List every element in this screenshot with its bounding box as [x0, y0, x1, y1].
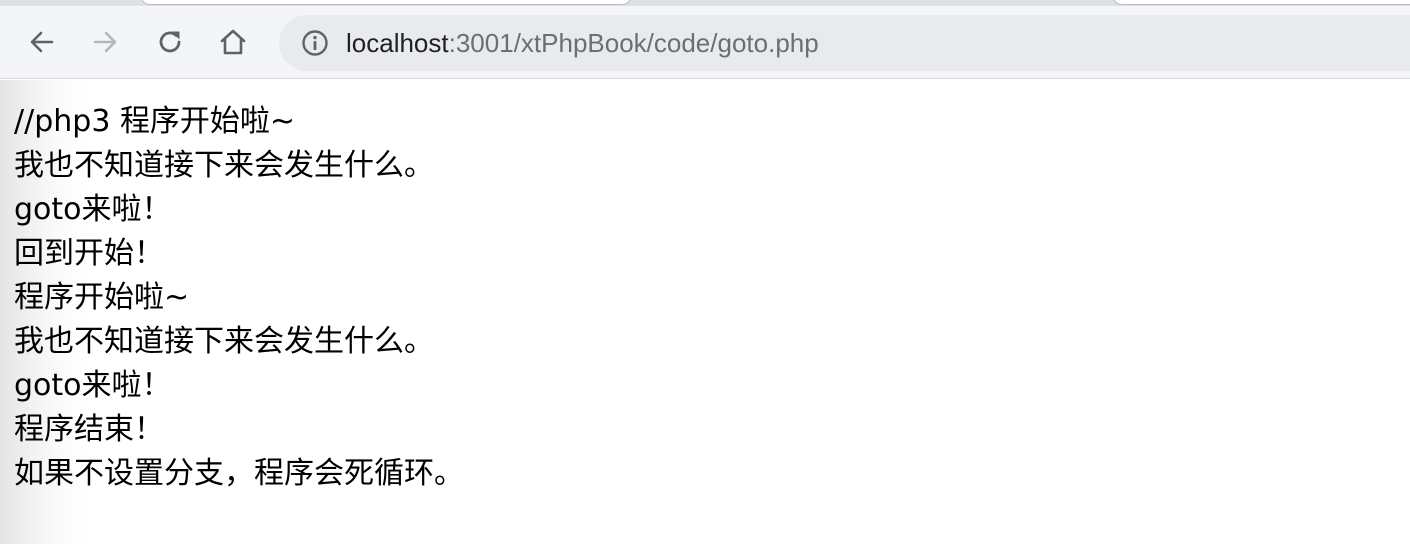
- home-icon: [220, 29, 246, 55]
- output-lines: //php3 程序开始啦~ 我也不知道接下来会发生什么。 goto来啦！ 回到开…: [14, 100, 464, 496]
- output-line: 我也不知道接下来会发生什么。: [14, 324, 434, 359]
- browser-toolbar: localhost:3001/xtPhpBook/code/goto.php: [0, 6, 1410, 79]
- reload-button[interactable]: [148, 20, 192, 64]
- browser-window: localhost:3001/xtPhpBook/code/goto.php /…: [0, 0, 1410, 544]
- output-line: //php3 程序开始啦~: [14, 104, 296, 139]
- output-line: 如果不设置分支，程序会死循环。: [14, 456, 464, 491]
- back-arrow-icon: [30, 31, 54, 53]
- url-text[interactable]: localhost:3001/xtPhpBook/code/goto.php: [346, 30, 819, 56]
- output-line: 程序结束！: [14, 412, 164, 447]
- info-icon[interactable]: [301, 29, 329, 57]
- output-line: 回到开始！: [14, 236, 164, 271]
- output-line: 程序开始啦~: [14, 280, 190, 315]
- reload-icon: [159, 31, 181, 53]
- forward-button[interactable]: [83, 20, 127, 64]
- url-host: localhost: [346, 28, 449, 58]
- browser-tab[interactable]: [1112, 0, 1410, 5]
- browser-tab[interactable]: [140, 0, 632, 5]
- url-path: :3001/xtPhpBook/code/goto.php: [448, 28, 819, 58]
- output-line: goto来啦！: [14, 368, 172, 403]
- page-content: //php3 程序开始啦~ 我也不知道接下来会发生什么。 goto来啦！ 回到开…: [0, 80, 1410, 544]
- output-line: 我也不知道接下来会发生什么。: [14, 148, 434, 183]
- address-bar[interactable]: localhost:3001/xtPhpBook/code/goto.php: [279, 15, 1410, 71]
- back-button[interactable]: [20, 20, 64, 64]
- home-button[interactable]: [211, 20, 255, 64]
- output-line: goto来啦！: [14, 192, 172, 227]
- forward-arrow-icon: [93, 31, 117, 53]
